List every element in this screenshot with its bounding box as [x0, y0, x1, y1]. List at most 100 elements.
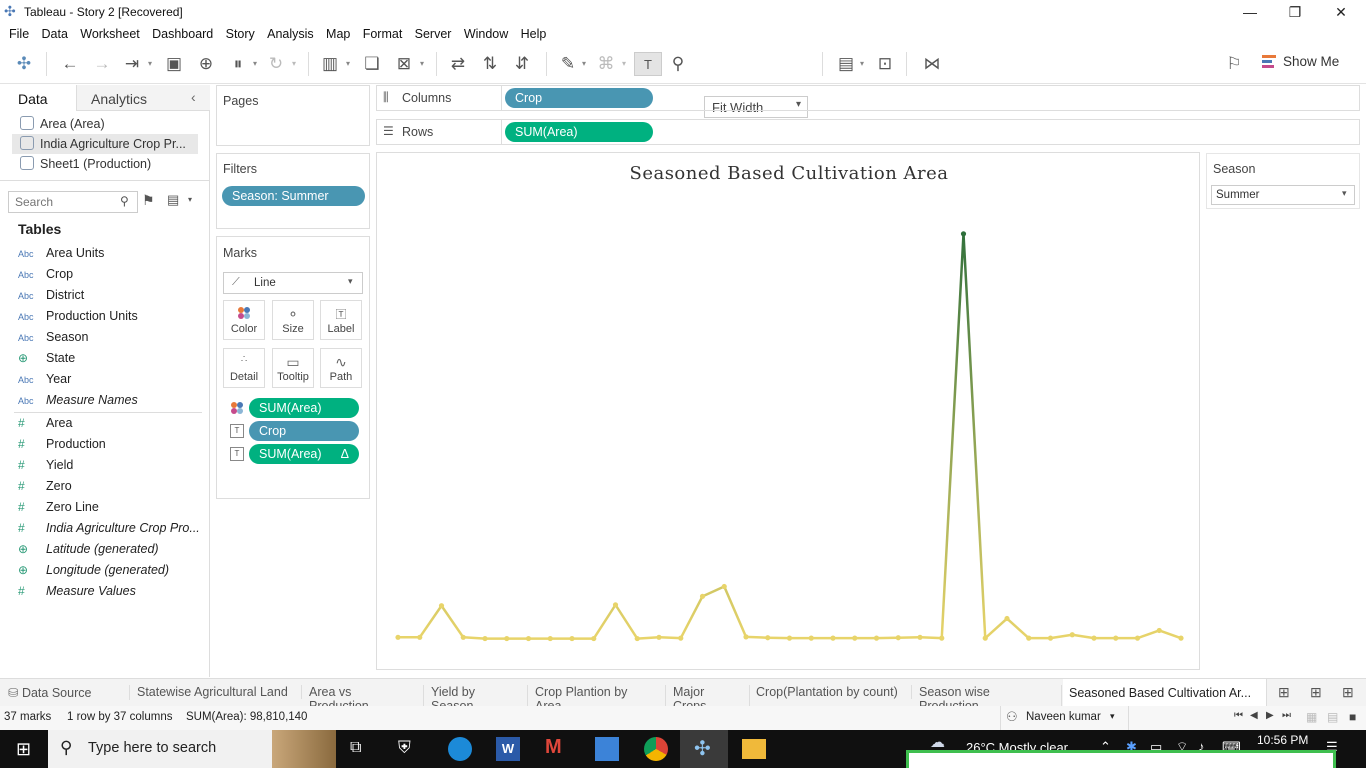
- data-source-item-selected[interactable]: India Agriculture Crop Pr...: [12, 134, 198, 154]
- field-dimension[interactable]: Abc Production Units: [18, 306, 138, 327]
- data-point[interactable]: [612, 602, 619, 608]
- next-sheet-icon[interactable]: ▶: [1266, 710, 1274, 721]
- data-point[interactable]: [743, 634, 749, 640]
- tabs-view-icon[interactable]: ■: [1349, 710, 1356, 724]
- tab-data[interactable]: Data: [0, 85, 76, 111]
- marks-pill-label-crop[interactable]: Crop: [249, 421, 359, 441]
- marks-pill-label-sum-area[interactable]: SUM(Area) Δ: [249, 444, 359, 464]
- windows-start-icon[interactable]: ⊞: [16, 739, 31, 760]
- menu-file[interactable]: File: [9, 24, 29, 44]
- color-button[interactable]: Color: [223, 300, 265, 340]
- tooltip-button[interactable]: ▭ Tooltip: [272, 348, 314, 388]
- path-button[interactable]: ∿ Path: [320, 348, 362, 388]
- security-icon[interactable]: ⛨: [398, 738, 411, 758]
- gmail-icon[interactable]: M: [545, 736, 562, 759]
- file-explorer-icon[interactable]: [742, 739, 766, 759]
- new-worksheet-icon[interactable]: ⊞: [1278, 684, 1290, 701]
- tableau-home-icon[interactable]: ✣: [12, 52, 36, 76]
- data-point[interactable]: [982, 635, 988, 641]
- new-dashboard-icon[interactable]: ⊞: [1310, 684, 1322, 701]
- data-point[interactable]: [525, 635, 532, 642]
- filter-icon[interactable]: ⚑: [142, 192, 155, 209]
- menu-format[interactable]: Format: [363, 24, 403, 44]
- show-me-button[interactable]: Show Me: [1283, 54, 1339, 69]
- field-measure[interactable]: # Zero: [18, 476, 72, 497]
- task-view-icon[interactable]: ⧉: [350, 739, 361, 757]
- close-icon[interactable]: ✕: [1321, 2, 1361, 22]
- data-point[interactable]: [699, 593, 706, 599]
- undo-icon[interactable]: ←: [58, 52, 82, 76]
- season-filter-select[interactable]: Summer ▾: [1211, 185, 1355, 205]
- group-dropdown-icon[interactable]: ▾: [622, 60, 630, 68]
- menu-map[interactable]: Map: [326, 24, 350, 44]
- columns-shelf[interactable]: ⫼ Columns Crop: [376, 85, 1360, 111]
- replay-icon[interactable]: ⇥: [120, 52, 144, 76]
- menu-server[interactable]: Server: [415, 24, 452, 44]
- share-icon[interactable]: ⋈: [920, 52, 944, 76]
- last-sheet-icon[interactable]: ⏭: [1282, 710, 1291, 721]
- menu-window[interactable]: Window: [464, 24, 508, 44]
- data-point[interactable]: [395, 634, 401, 640]
- data-point[interactable]: [1091, 635, 1097, 641]
- tab-crop-plantation-by-count[interactable]: Crop(Plantation by count): [756, 685, 912, 699]
- data-point[interactable]: [895, 635, 901, 641]
- line-chart[interactable]: [377, 153, 1201, 671]
- replay-dropdown-icon[interactable]: ▾: [148, 60, 156, 68]
- data-point[interactable]: [569, 635, 575, 642]
- data-point[interactable]: [939, 635, 945, 641]
- data-point[interactable]: [678, 635, 684, 641]
- new-data-source-icon[interactable]: ⊕: [194, 52, 218, 76]
- new-worksheet-dropdown-icon[interactable]: ▾: [346, 60, 354, 68]
- menu-analysis[interactable]: Analysis: [267, 24, 314, 44]
- field-measure[interactable]: # Measure Values: [18, 581, 136, 602]
- marks-pill-color-sum-area[interactable]: SUM(Area): [249, 398, 359, 418]
- tab-data-source[interactable]: ⛁ Data Source: [8, 685, 130, 700]
- sheet-sorter-icon[interactable]: ▦: [1306, 710, 1317, 724]
- view-options-icon[interactable]: ▤: [167, 192, 179, 208]
- menu-worksheet[interactable]: Worksheet: [80, 24, 140, 44]
- data-point[interactable]: [808, 635, 814, 641]
- data-source-item[interactable]: Area (Area): [20, 114, 105, 134]
- data-point[interactable]: [460, 634, 466, 640]
- pause-dropdown-icon[interactable]: ▾: [253, 60, 261, 68]
- presentation-mode-icon[interactable]: ⊡: [873, 52, 897, 76]
- field-measure[interactable]: # India Agriculture Crop Pro...: [18, 518, 200, 539]
- user-dropdown-icon[interactable]: ▾: [1110, 711, 1115, 722]
- data-point[interactable]: [438, 603, 445, 609]
- filter-pill-season[interactable]: Season: Summer: [222, 186, 365, 206]
- data-point[interactable]: [417, 634, 423, 640]
- first-sheet-icon[interactable]: ⏮: [1234, 710, 1243, 721]
- pages-shelf[interactable]: Pages: [216, 85, 370, 146]
- data-point[interactable]: [1047, 635, 1054, 641]
- format-painter-icon[interactable]: ⚐: [1222, 52, 1246, 76]
- data-point[interactable]: [765, 635, 771, 641]
- menu-data[interactable]: Data: [42, 24, 68, 44]
- data-point[interactable]: [1004, 615, 1010, 622]
- highlight-icon[interactable]: ✎: [556, 52, 580, 76]
- menu-story[interactable]: Story: [226, 24, 255, 44]
- cards-dropdown-icon[interactable]: ▾: [860, 60, 868, 68]
- data-point[interactable]: [1178, 635, 1184, 641]
- label-button[interactable]: 🅃 Label: [320, 300, 362, 340]
- data-point[interactable]: [634, 635, 640, 642]
- collapse-pane-icon[interactable]: ‹: [191, 89, 196, 105]
- clear-dropdown-icon[interactable]: ▾: [420, 60, 428, 68]
- taskbar-search-box[interactable]: ⚲ Type here to search: [48, 730, 336, 768]
- rows-pill-sum-area[interactable]: SUM(Area): [505, 122, 653, 142]
- new-story-icon[interactable]: ⊞: [1342, 684, 1354, 701]
- swap-rows-columns-icon[interactable]: ⇄: [446, 52, 470, 76]
- show-hide-cards-icon[interactable]: ▤: [834, 52, 858, 76]
- tab-statewise-agricultural-land[interactable]: Statewise Agricultural Land: [137, 685, 302, 699]
- data-point[interactable]: [873, 635, 880, 641]
- field-dimension[interactable]: Abc Area Units: [18, 243, 104, 264]
- sort-ascending-icon[interactable]: ⇅: [478, 52, 502, 76]
- data-point[interactable]: [1026, 635, 1032, 641]
- data-point[interactable]: [1069, 632, 1075, 638]
- data-point[interactable]: [917, 634, 923, 640]
- data-point[interactable]: [591, 635, 597, 642]
- filters-shelf[interactable]: Filters Season: Summer: [216, 153, 370, 229]
- field-measure[interactable]: # Area: [18, 413, 72, 434]
- menu-dashboard[interactable]: Dashboard: [152, 24, 213, 44]
- size-button[interactable]: ⚬ Size: [272, 300, 314, 340]
- tableau-taskbar-button[interactable]: ✣: [680, 730, 728, 768]
